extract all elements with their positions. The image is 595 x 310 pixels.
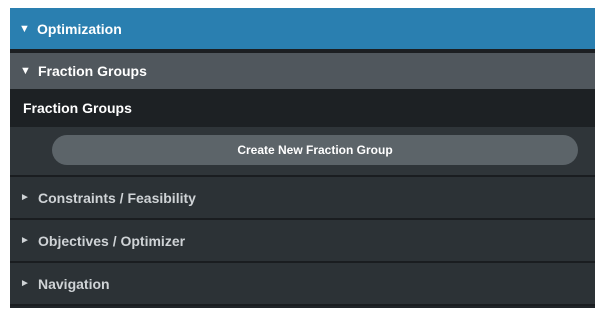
optimization-title: Optimization <box>37 20 122 37</box>
create-button-row: Create New Fraction Group <box>10 127 595 177</box>
section-navigation[interactable]: ► Navigation <box>10 263 595 306</box>
collapsed-arrow-icon: ► <box>20 192 30 203</box>
expanded-arrow-icon: ▼ <box>20 65 31 77</box>
fraction-groups-title: Fraction Groups <box>38 63 147 79</box>
fraction-groups-subtitle-text: Fraction Groups <box>23 100 132 116</box>
section-label: Constraints / Feasibility <box>38 189 196 206</box>
expanded-arrow-icon: ▼ <box>19 22 30 35</box>
collapsed-arrow-icon: ► <box>20 278 30 289</box>
section-label: Navigation <box>38 275 110 292</box>
fraction-groups-subtitle: Fraction Groups <box>10 89 595 127</box>
section-label: Objectives / Optimizer <box>38 232 186 249</box>
section-objectives-optimizer[interactable]: ► Objectives / Optimizer <box>10 220 595 263</box>
collapsed-arrow-icon: ► <box>20 235 30 246</box>
create-fraction-group-button[interactable]: Create New Fraction Group <box>52 135 578 165</box>
optimization-header[interactable]: ▼ Optimization <box>10 8 595 53</box>
section-constraints-feasibility[interactable]: ► Constraints / Feasibility <box>10 177 595 220</box>
fraction-groups-header[interactable]: ▼ Fraction Groups <box>10 53 595 89</box>
optimization-panel: ▼ Optimization ▼ Fraction Groups Fractio… <box>10 8 595 308</box>
